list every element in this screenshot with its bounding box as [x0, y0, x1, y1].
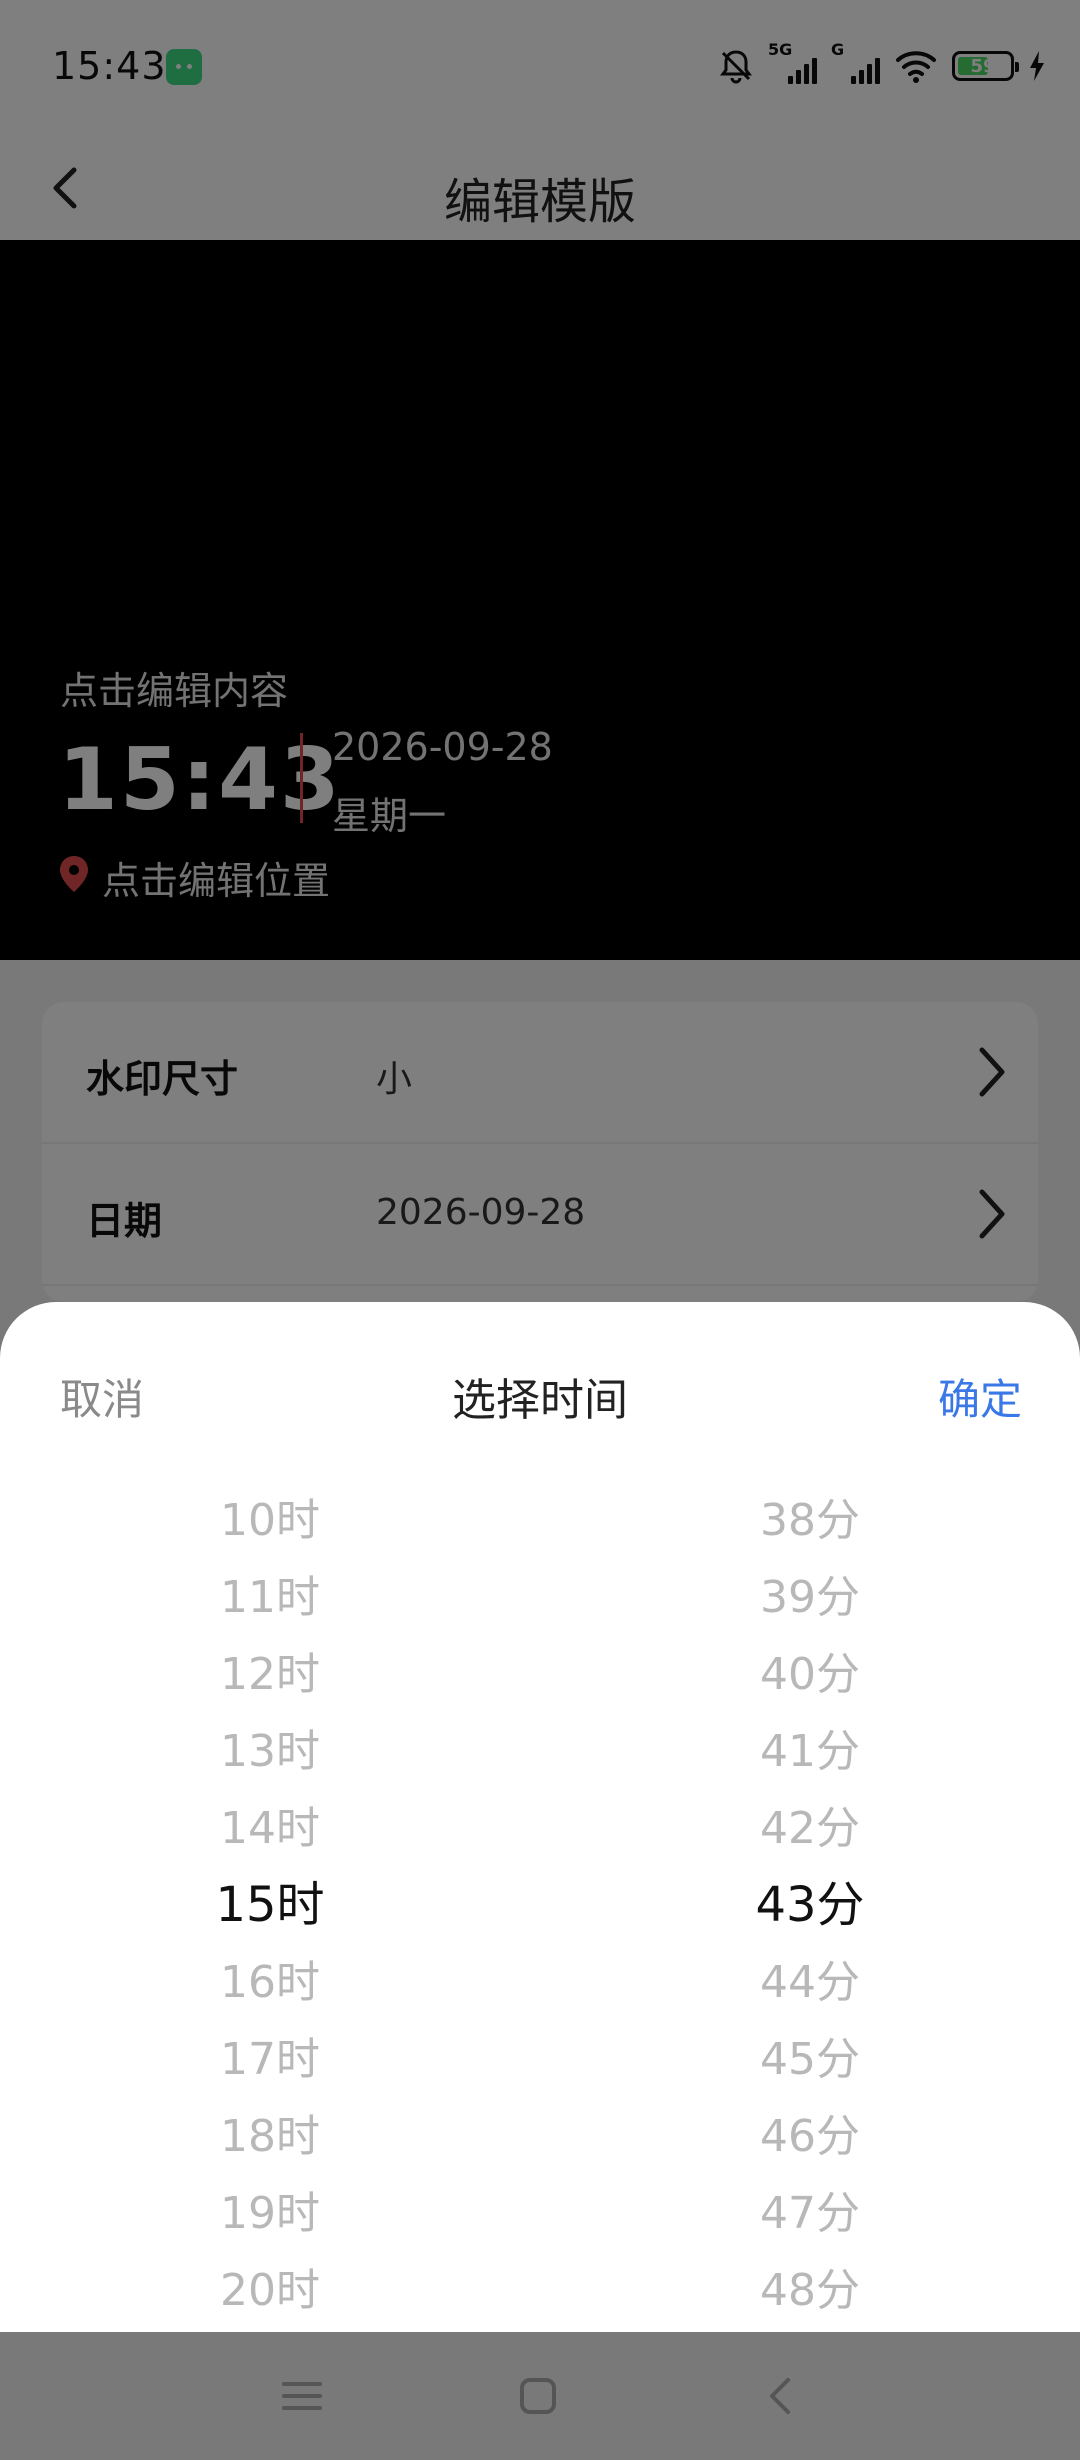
nav-menu-button[interactable] — [278, 2372, 326, 2420]
minute-option[interactable]: 41分 — [660, 1713, 960, 1790]
hour-option[interactable]: 18时 — [120, 2098, 420, 2175]
minute-wheel[interactable]: 38分 39分 40分 41分 42分 43分 44分 45分 46分 47分 … — [660, 1482, 960, 2329]
sheet-title: 选择时间 — [452, 1375, 628, 1426]
system-nav-bar — [0, 2332, 1080, 2460]
minute-option[interactable]: 48分 — [660, 2252, 960, 2329]
minute-option[interactable]: 42分 — [660, 1790, 960, 1867]
home-icon — [520, 2378, 556, 2414]
hour-wheel[interactable]: 10时 11时 12时 13时 14时 15时 16时 17时 18时 19时 … — [120, 1482, 420, 2329]
time-picker-sheet: 取消 选择时间 确定 10时 11时 12时 13时 14时 15时 16时 1… — [0, 1302, 1080, 2332]
minute-option[interactable]: 46分 — [660, 2098, 960, 2175]
hour-option[interactable]: 14时 — [120, 1790, 420, 1867]
nav-home-button[interactable] — [514, 2372, 562, 2420]
hour-option[interactable]: 12时 — [120, 1636, 420, 1713]
minute-option-selected[interactable]: 43分 — [660, 1867, 960, 1944]
minute-option[interactable]: 47分 — [660, 2175, 960, 2252]
hour-option[interactable]: 10时 — [120, 1482, 420, 1559]
hour-option[interactable]: 16时 — [120, 1944, 420, 2021]
minute-option[interactable]: 45分 — [660, 2021, 960, 2098]
nav-back-button[interactable] — [758, 2372, 806, 2420]
hour-option[interactable]: 11时 — [120, 1559, 420, 1636]
minute-option[interactable]: 39分 — [660, 1559, 960, 1636]
hour-option-selected[interactable]: 15时 — [120, 1867, 420, 1944]
hour-option[interactable]: 20时 — [120, 2252, 420, 2329]
minute-option[interactable]: 40分 — [660, 1636, 960, 1713]
hour-option[interactable]: 17时 — [120, 2021, 420, 2098]
menu-icon — [282, 2382, 322, 2410]
nav-back-icon — [770, 2378, 790, 2414]
minute-option[interactable]: 44分 — [660, 1944, 960, 2021]
hour-option[interactable]: 19时 — [120, 2175, 420, 2252]
confirm-button[interactable]: 确定 — [938, 1366, 1022, 1427]
hour-option[interactable]: 13时 — [120, 1713, 420, 1790]
minute-option[interactable]: 38分 — [660, 1482, 960, 1559]
